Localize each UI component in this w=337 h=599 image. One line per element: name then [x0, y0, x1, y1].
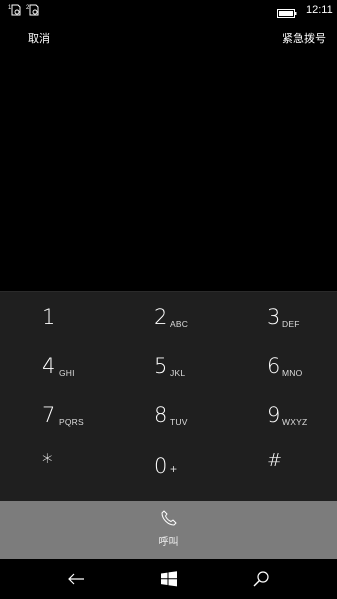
call-button[interactable]: 呼叫 [0, 501, 337, 559]
dial-keypad: 1 2 ABC 3 DEF 4 GHI 5 JKL 6 MNO 7 PQRS 8… [0, 291, 337, 501]
key-6[interactable]: 6 MNO [225, 344, 337, 394]
key-4[interactable]: 4 GHI [0, 344, 112, 394]
key-letters: TUV [170, 417, 188, 427]
key-digit: # [267, 450, 283, 471]
battery-icon [277, 5, 297, 18]
top-actions: 取消 紧急拨号 [0, 30, 337, 46]
key-1[interactable]: 1 [0, 295, 112, 345]
number-display [0, 48, 337, 291]
key-3[interactable]: 3 DEF [225, 295, 337, 345]
key-digit: * [42, 450, 53, 474]
key-2[interactable]: 2 ABC [113, 295, 225, 345]
key-digit: 8 [154, 403, 168, 427]
key-letters: JKL [170, 368, 186, 378]
windows-logo-icon[interactable] [159, 569, 179, 589]
key-hash[interactable]: # [225, 442, 337, 492]
key-digit: 9 [267, 403, 281, 427]
key-digit: 6 [267, 354, 281, 378]
key-letters: GHI [59, 368, 75, 378]
key-letters: WXYZ [282, 417, 308, 427]
key-letters: PQRS [59, 417, 84, 427]
key-digit: 1 [42, 305, 56, 329]
key-letters: + [170, 462, 178, 476]
navigation-bar [0, 559, 337, 599]
svg-text:2: 2 [26, 5, 30, 11]
key-letters: DEF [282, 319, 300, 329]
key-digit: 4 [42, 354, 56, 378]
phone-icon [160, 509, 178, 527]
status-time: 12:11 [306, 4, 333, 16]
key-digit: 7 [42, 403, 56, 427]
status-bar: 1 2 12:11 [0, 0, 337, 20]
key-8[interactable]: 8 TUV [113, 393, 225, 443]
key-digit: 0 [154, 454, 168, 478]
key-digit: 3 [267, 305, 281, 329]
key-0[interactable]: 0 + [113, 442, 225, 492]
key-7[interactable]: 7 PQRS [0, 393, 112, 443]
key-9[interactable]: 9 WXYZ [225, 393, 337, 443]
back-arrow-icon[interactable] [66, 569, 86, 589]
key-letters: ABC [170, 319, 189, 329]
search-icon[interactable] [251, 569, 271, 589]
cancel-button[interactable]: 取消 [28, 30, 50, 46]
emergency-call-button[interactable]: 紧急拨号 [282, 30, 326, 46]
sim-2-icon: 2 [26, 3, 40, 17]
key-digit: 2 [154, 305, 168, 329]
svg-text:1: 1 [8, 5, 12, 11]
call-label: 呼叫 [158, 537, 179, 548]
sim-1-icon: 1 [8, 3, 22, 17]
key-digit: 5 [154, 354, 168, 378]
key-star[interactable]: * [0, 442, 112, 492]
key-letters: MNO [282, 368, 303, 378]
key-5[interactable]: 5 JKL [113, 344, 225, 394]
